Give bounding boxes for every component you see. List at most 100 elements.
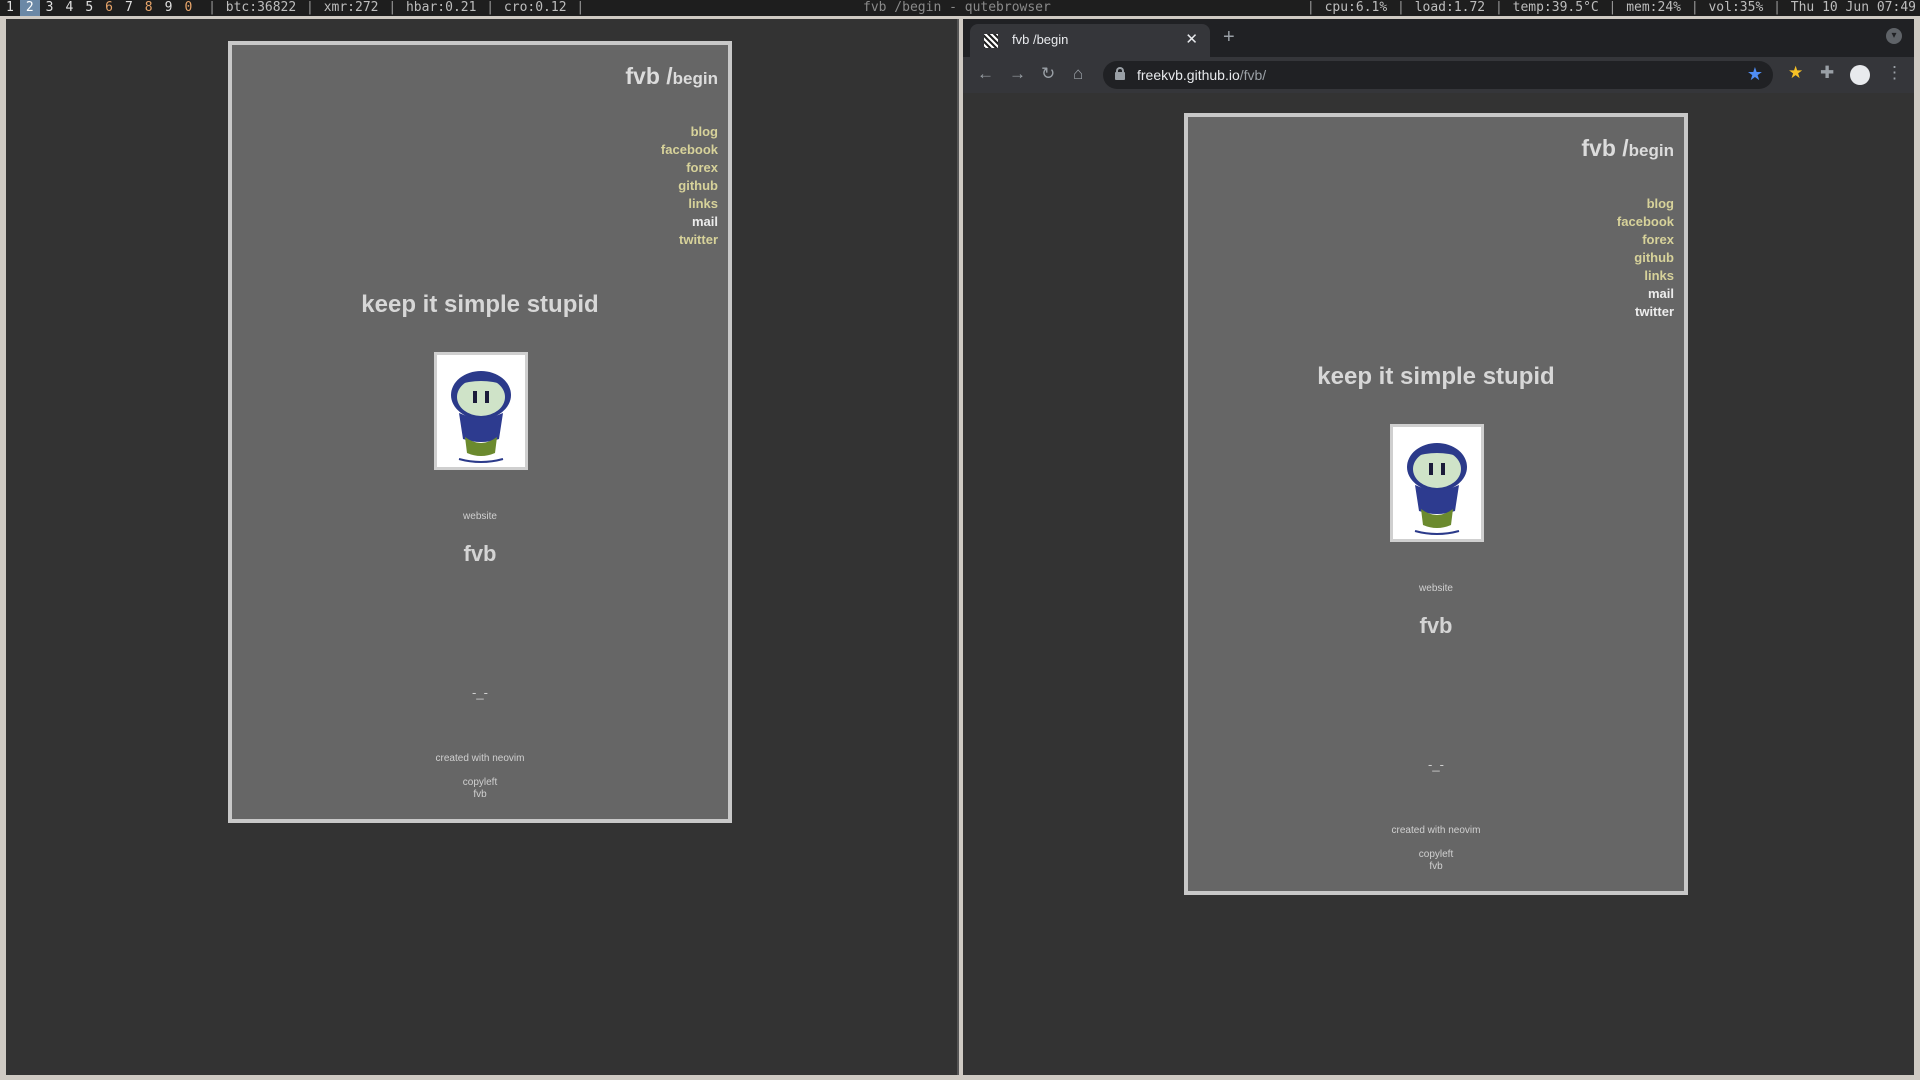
- site-name: fvb: [1419, 613, 1453, 638]
- nav-links: blog facebook forex github links mail tw…: [661, 123, 718, 249]
- workspace-4[interactable]: 4: [59, 0, 79, 16]
- ticker-cro: cro:0.12: [503, 0, 567, 15]
- nav-link-mail[interactable]: mail: [1617, 285, 1674, 303]
- workspace-1[interactable]: 1: [0, 0, 20, 16]
- site-title-sub: begin: [1628, 141, 1674, 160]
- window-title: fvb /begin - qutebrowser: [863, 0, 1051, 15]
- home-icon[interactable]: ⌂: [1073, 64, 1083, 84]
- left-browser-pane[interactable]: fvb /begin blog facebook forex github li…: [6, 19, 959, 1075]
- copyleft-text: copyleft fvb: [1188, 849, 1684, 873]
- separator: |: [1608, 0, 1617, 15]
- stat-vol: vol:35%: [1708, 0, 1764, 15]
- separator: |: [388, 0, 397, 15]
- workspace-8[interactable]: 8: [139, 0, 159, 16]
- favicon-icon: [984, 34, 998, 48]
- ticker-xmr: xmr:272: [323, 0, 379, 15]
- nav-link-blog[interactable]: blog: [1617, 195, 1674, 213]
- workspace-6[interactable]: 6: [99, 0, 119, 16]
- separator: |: [576, 0, 585, 15]
- reload-icon[interactable]: ↻: [1041, 64, 1055, 84]
- nav-link-forex[interactable]: forex: [1617, 231, 1674, 249]
- copyleft-label: copyleft: [1418, 849, 1454, 860]
- stat-load: load:1.72: [1414, 0, 1486, 15]
- website-label: website: [463, 511, 497, 522]
- forward-icon[interactable]: →: [1009, 64, 1026, 84]
- workspace-7[interactable]: 7: [119, 0, 139, 16]
- nav-link-blog[interactable]: blog: [661, 123, 718, 141]
- emoticon: -_-: [1428, 757, 1444, 772]
- site-title: fvb /begin: [625, 63, 718, 90]
- separator: |: [1306, 0, 1315, 15]
- browser-tab[interactable]: fvb /begin ✕: [970, 24, 1210, 57]
- nav-link-mail[interactable]: mail: [661, 213, 718, 231]
- nav-link-links[interactable]: links: [661, 195, 718, 213]
- close-icon[interactable]: ✕: [1185, 30, 1198, 48]
- ticker-hbar: hbar:0.21: [405, 0, 477, 15]
- nav-link-twitter[interactable]: twitter: [661, 231, 718, 249]
- stat-temp: temp:39.5°C: [1512, 0, 1599, 15]
- nav-link-links[interactable]: links: [1617, 267, 1674, 285]
- tab-strip: fvb /begin ✕ + ▾: [963, 19, 1914, 57]
- bookmark-icon[interactable]: ★: [1788, 63, 1803, 83]
- new-tab-button[interactable]: +: [1223, 26, 1235, 49]
- separator: |: [486, 0, 495, 15]
- workspace-5[interactable]: 5: [79, 0, 99, 16]
- site-title-main: fvb /: [1581, 135, 1629, 161]
- nav-link-facebook[interactable]: facebook: [1617, 213, 1674, 231]
- site-title: fvb /begin: [1581, 135, 1674, 162]
- site-title-main: fvb /: [625, 63, 673, 89]
- copyleft-name: fvb: [1429, 861, 1443, 872]
- copyleft-label: copyleft: [462, 777, 498, 788]
- site-title-sub: begin: [672, 69, 718, 88]
- cartoon-character-icon: [1407, 443, 1467, 535]
- copyleft-text: copyleft fvb: [232, 777, 728, 801]
- page-card: fvb /begin blog facebook forex github li…: [1184, 113, 1688, 895]
- workspace-9[interactable]: 9: [159, 0, 179, 16]
- avatar: [434, 352, 528, 470]
- avatar: [1390, 424, 1484, 542]
- workspace-2[interactable]: 2: [19, 0, 40, 16]
- workspace-0[interactable]: 0: [178, 0, 198, 16]
- cartoon-character-icon: [451, 371, 511, 463]
- separator: |: [1397, 0, 1405, 15]
- site-name: fvb: [463, 541, 497, 566]
- workspace-3[interactable]: 3: [40, 0, 60, 16]
- created-with-text: created with neovim: [1391, 825, 1481, 836]
- extensions-icon[interactable]: ✚: [1820, 63, 1834, 83]
- browser-toolbar: ← → ↻ ⌂ freekvb.github.io/fvb/ ★ ★ ✚ ⋮: [963, 57, 1914, 93]
- nav-link-twitter[interactable]: twitter: [1617, 303, 1674, 321]
- separator: |: [1773, 0, 1781, 15]
- separator: |: [1690, 0, 1699, 15]
- status-bar: 1234567890 | btc:36822 | xmr:272 | hbar:…: [0, 0, 1920, 16]
- emoticon: -_-: [472, 685, 488, 700]
- nav-link-github[interactable]: github: [1617, 249, 1674, 267]
- star-icon[interactable]: ★: [1747, 64, 1763, 85]
- profile-icon[interactable]: [1850, 65, 1870, 85]
- url-host: freekvb.github.io: [1137, 67, 1240, 83]
- menu-icon[interactable]: ⋮: [1886, 63, 1903, 83]
- status-left: 1234567890 | btc:36822 | xmr:272 | hbar:…: [0, 0, 586, 16]
- nav-link-facebook[interactable]: facebook: [661, 141, 718, 159]
- stat-mem: mem:24%: [1626, 0, 1681, 15]
- tab-search-icon[interactable]: ▾: [1886, 28, 1902, 44]
- ticker-btc: btc:36822: [225, 0, 297, 15]
- back-icon[interactable]: ←: [977, 64, 994, 84]
- nav-link-forex[interactable]: forex: [661, 159, 718, 177]
- separator: |: [208, 0, 216, 15]
- status-right: | cpu:6.1% | load:1.72 | temp:39.5°C | m…: [1305, 0, 1916, 16]
- motto-heading: keep it simple stupid: [1317, 363, 1555, 390]
- clock: Thu 10 Jun 07:49: [1790, 0, 1916, 15]
- stat-cpu: cpu:6.1%: [1324, 0, 1388, 15]
- address-bar[interactable]: freekvb.github.io/fvb/ ★: [1103, 61, 1773, 89]
- separator: |: [1494, 0, 1503, 15]
- url-path: /fvb/: [1239, 67, 1267, 83]
- page-card: fvb /begin blog facebook forex github li…: [228, 41, 732, 823]
- right-browser-pane[interactable]: fvb /begin ✕ + ▾ ← → ↻ ⌂ freekvb.github.…: [963, 19, 1914, 1075]
- lock-icon[interactable]: [1115, 67, 1125, 80]
- nav-link-github[interactable]: github: [661, 177, 718, 195]
- nav-links: blog facebook forex github links mail tw…: [1617, 195, 1674, 321]
- created-with-text: created with neovim: [435, 753, 525, 764]
- url-text[interactable]: freekvb.github.io/fvb/: [1137, 67, 1266, 83]
- separator: |: [306, 0, 314, 15]
- tab-title: fvb /begin: [1012, 32, 1069, 47]
